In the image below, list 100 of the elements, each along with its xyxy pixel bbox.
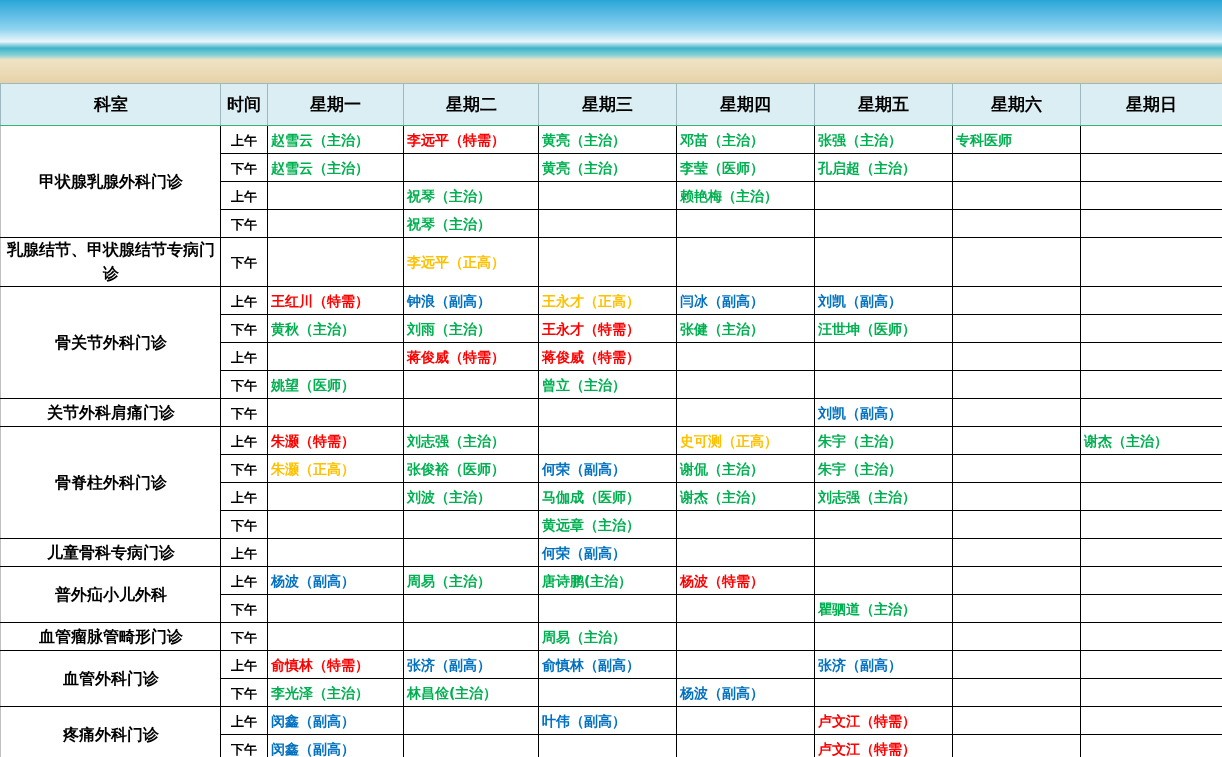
column-header: 科室 [0,83,221,126]
time-label: 上午 [231,489,257,505]
department-name: 血管瘤脉管畸形门诊 [38,627,183,646]
department-name: 疼痛外科门诊 [62,725,159,744]
doctor-name: 闵鑫（副高） [271,712,355,729]
doctor-name: 钟浪（副高） [407,292,491,309]
column-header: 星期四 [676,83,815,126]
time-label: 下午 [231,741,257,757]
doctor-name: 俞慎林（副高） [542,656,640,673]
doctor-name: 刘志强（主治） [818,488,916,505]
doctor-name: 祝琴（主治） [407,187,491,204]
doctor-name: 王红川（特需） [271,292,369,309]
department-name: 乳腺结节、甲状腺结节专病门诊 [6,241,215,283]
doctor-name: 周易（主治） [407,572,491,589]
doctor-name: 闵鑫（副高） [271,740,355,757]
doctor-name: 杨波（特需） [680,572,764,589]
doctor-name: 朱灏（正高） [271,460,355,477]
column-header: 星期六 [952,83,1081,126]
doctor-name: 闫冰（副高） [680,292,764,309]
doctor-name: 李光泽（主治） [271,684,369,701]
department-name: 骨脊柱外科门诊 [54,473,167,492]
doctor-name: 汪世坤（医师） [818,320,916,337]
doctor-name: 林昌俭(主治） [407,684,498,701]
doctor-name: 刘波（主治） [407,488,491,505]
doctor-name: 黄亮（主治） [542,131,626,148]
time-label: 下午 [231,629,257,645]
doctor-name: 周易（主治） [542,628,626,645]
doctor-name: 李远平（正高） [407,254,505,270]
doctor-name: 李莹（医师） [680,159,764,176]
doctor-name: 祝琴（主治） [407,215,491,232]
doctor-name: 黄亮（主治） [542,159,626,176]
doctor-name: 卢文江（特需） [818,712,916,729]
doctor-name: 张强（主治） [818,131,902,148]
time-label: 下午 [231,255,257,270]
doctor-name: 王永才（正高） [542,292,640,309]
time-label: 下午 [231,405,257,421]
doctor-name: 张济（副高） [818,656,902,673]
doctor-name: 赵雪云（主治） [271,131,369,148]
time-label: 下午 [231,216,257,232]
time-label: 下午 [231,461,257,477]
doctor-name: 俞慎林（特需） [271,656,369,673]
doctor-name: 赵雪云（主治） [271,159,369,176]
time-label: 上午 [231,713,257,729]
time-label: 上午 [231,293,257,309]
doctor-name: 姚望（医师） [271,376,355,393]
doctor-name: 唐诗鹏(主治） [542,572,633,589]
department-name: 血管外科门诊 [62,669,159,688]
department-name: 儿童骨科专病门诊 [46,543,175,562]
column-header: 星期二 [403,83,539,126]
time-label: 上午 [231,657,257,673]
doctor-name: 刘志强（主治） [407,432,505,449]
doctor-name: 杨波（副高） [680,684,764,701]
doctor-name: 史可测（正高） [680,432,778,449]
time-label: 下午 [231,377,257,393]
doctor-name: 专科医师 [956,131,1012,148]
time-label: 下午 [231,517,257,533]
doctor-name: 朱宇（主治） [818,432,902,449]
time-label: 上午 [231,545,257,561]
doctor-name: 蒋俊威（特需） [542,348,640,365]
doctor-name: 谢侃（主治） [680,460,764,477]
doctor-name: 邓苗（主治） [680,131,764,148]
doctor-name: 蒋俊威（特需） [407,348,505,365]
time-label: 上午 [231,188,257,204]
doctor-name: 黄秋（主治） [271,320,355,337]
column-header: 星期日 [1080,83,1222,126]
doctor-name: 刘凯（副高） [818,292,902,309]
time-label: 下午 [231,160,257,176]
column-header: 时间 [220,83,268,126]
doctor-name: 张俊裕（医师） [407,460,505,477]
doctor-name: 朱宇（主治） [818,460,902,477]
doctor-name: 马伽成（医师） [542,488,640,505]
time-label: 上午 [231,433,257,449]
doctor-name: 何荣（副高） [542,460,626,477]
column-header: 星期三 [538,83,677,126]
doctor-name: 黄远章（主治） [542,516,640,533]
doctor-name: 李远平（特需） [407,131,505,148]
time-label: 上午 [231,349,257,365]
department-name: 普外疝小儿外科 [54,585,167,604]
doctor-name: 张健（主治） [680,320,764,337]
time-label: 下午 [231,601,257,617]
department-name: 甲状腺乳腺外科门诊 [38,172,183,191]
doctor-name: 叶伟（副高） [542,712,626,729]
doctor-name: 孔启超（主治） [818,159,916,176]
department-name: 骨关节外科门诊 [54,333,167,352]
time-label: 下午 [231,685,257,701]
doctor-name: 张济（副高） [407,656,491,673]
doctor-name: 刘凯（副高） [818,404,902,421]
column-header: 星期五 [814,83,953,126]
doctor-name: 杨波（副高） [271,572,355,589]
doctor-name: 王永才（特需） [542,320,640,337]
doctor-name: 赖艳梅（主治） [680,187,778,204]
doctor-name: 何荣（副高） [542,544,626,561]
doctor-name: 谢杰（主治） [680,488,764,505]
column-header: 星期一 [267,83,404,126]
department-name: 关节外科肩痛门诊 [46,403,175,422]
time-label: 上午 [231,132,257,148]
doctor-name: 曾立（主治） [542,376,626,393]
time-label: 上午 [231,573,257,589]
doctor-name: 刘雨（主治） [407,320,491,337]
doctor-name: 卢文江（特需） [818,740,916,757]
